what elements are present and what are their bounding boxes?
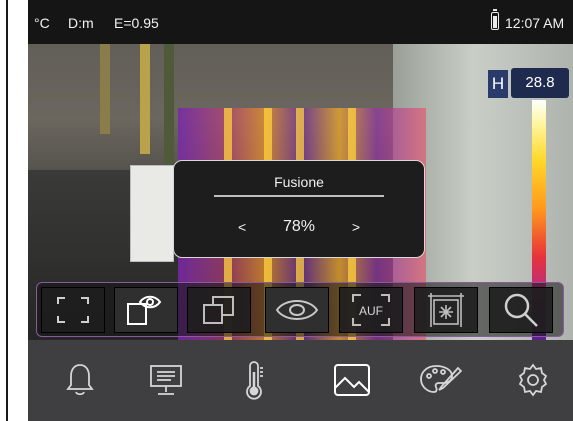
thermometer-icon [246,361,263,400]
distance-unit: D:m [68,15,94,31]
image-menu-button[interactable] [329,358,375,402]
scale-high-value[interactable]: 28.8 [511,68,569,98]
camera-screen: °C D:m E=0.95 12:07 AM H 28.8 Fusione < … [28,0,573,421]
background-breaker [130,165,174,262]
auto-focus-icon: AUF [352,294,390,326]
eye-visible-icon [275,300,319,320]
auto-focus-button[interactable]: AUF [339,287,403,333]
image-mode-icon [334,364,370,396]
background-wire [140,44,150,154]
picture-in-picture-eye-button[interactable] [114,287,178,333]
alarm-menu-button[interactable] [57,358,103,402]
svg-text:AUF: AUF [359,304,383,318]
emissivity-value: E=0.95 [114,15,159,31]
dialog-divider [214,195,384,197]
settings-menu-button[interactable] [510,358,556,402]
zoom-button[interactable] [489,287,553,333]
clock-time: 12:07 AM [505,15,565,31]
display-monitor-icon [150,365,182,395]
status-bar: °C D:m E=0.95 12:07 AM [28,0,573,44]
measurement-menu-button[interactable] [231,358,277,402]
picture-in-picture-button[interactable] [187,287,251,333]
picture-in-picture-eye-icon [127,295,162,325]
picture-in-picture-icon [203,296,234,324]
increase-button[interactable]: > [352,219,360,235]
background-wire [100,44,110,134]
background-wire [164,44,174,164]
bottom-menu [28,340,573,421]
fusion-dialog: Fusione < 78% > [173,160,425,258]
palette-menu-button[interactable] [417,358,463,402]
alarm-bell-icon [66,364,94,396]
zoom-icon [504,293,538,327]
scale-mode-label[interactable]: H [488,70,508,98]
full-frame-icon [57,297,89,323]
fusion-percentage: 78% [282,218,316,235]
center-point-icon [428,293,464,327]
full-frame-button[interactable] [41,287,105,333]
mode-toolbar: AUF [36,282,564,337]
left-frame [0,0,28,421]
battery-icon [491,9,499,30]
palette-icon [420,365,462,393]
settings-gear-icon [518,363,548,397]
temperature-unit: °C [34,15,50,31]
visible-mode-button[interactable] [265,287,329,333]
display-menu-button[interactable] [143,358,189,402]
center-point-button[interactable] [414,287,478,333]
dialog-title: Fusione [274,174,324,190]
